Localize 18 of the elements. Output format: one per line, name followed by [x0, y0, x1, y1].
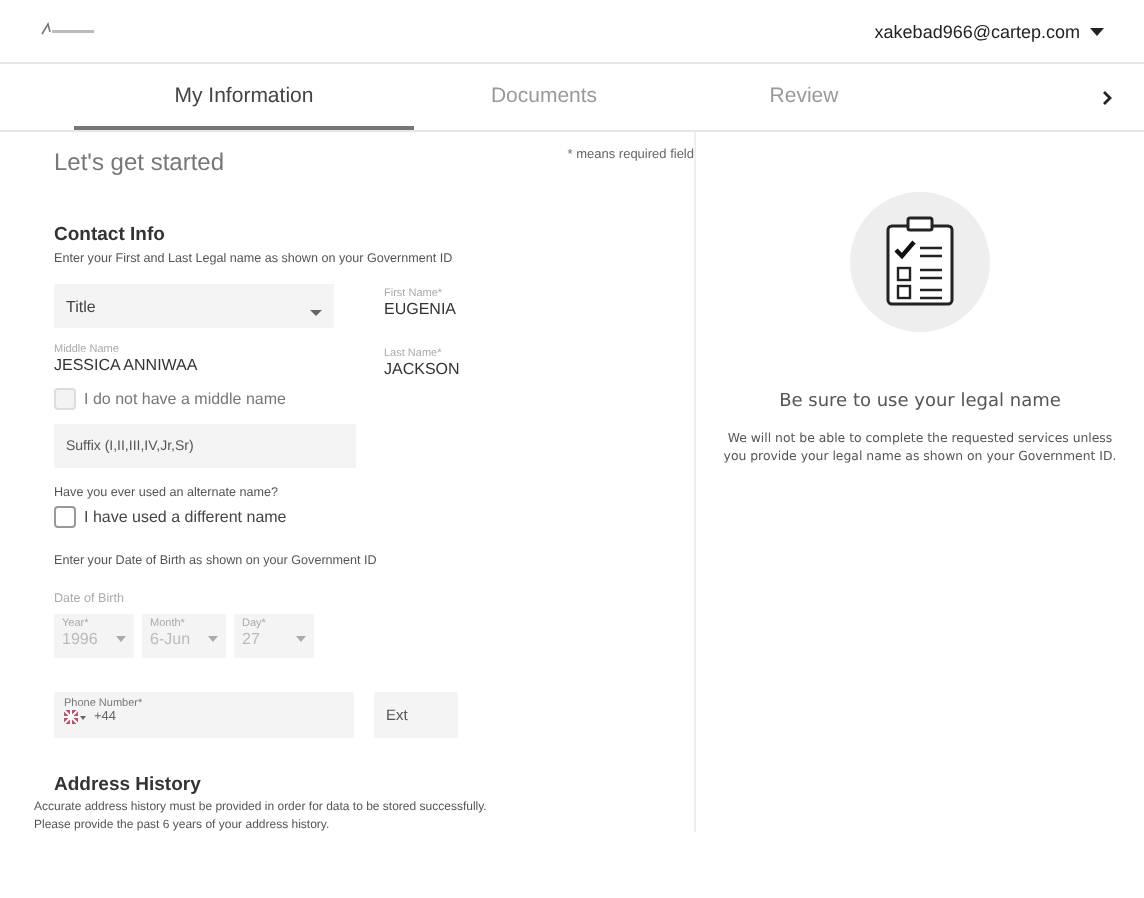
- caret-icon: [116, 636, 126, 642]
- checkbox-label: I have used a different name: [84, 508, 287, 526]
- caret-icon: [296, 636, 306, 642]
- page-heading: Let's get started: [54, 148, 225, 176]
- step-tab[interactable]: My Information: [74, 64, 414, 130]
- checkbox-label: I do not have a middle name: [84, 390, 286, 408]
- title-select[interactable]: Title: [54, 284, 334, 328]
- section-heading: Address History: [54, 774, 203, 796]
- caret-icon: [1090, 27, 1104, 35]
- chevron-right-icon[interactable]: [1102, 90, 1112, 106]
- section-heading: Contact Info: [54, 224, 167, 246]
- flag-icon: [64, 710, 86, 724]
- caret-icon: [310, 309, 322, 315]
- caret-icon: [208, 636, 218, 642]
- checkbox[interactable]: [54, 506, 76, 528]
- panel-heading: Be sure to use your legal name: [779, 392, 1061, 412]
- account-menu[interactable]: xakebad966@cartep.com: [874, 21, 1104, 41]
- logo-icon: [40, 21, 96, 37]
